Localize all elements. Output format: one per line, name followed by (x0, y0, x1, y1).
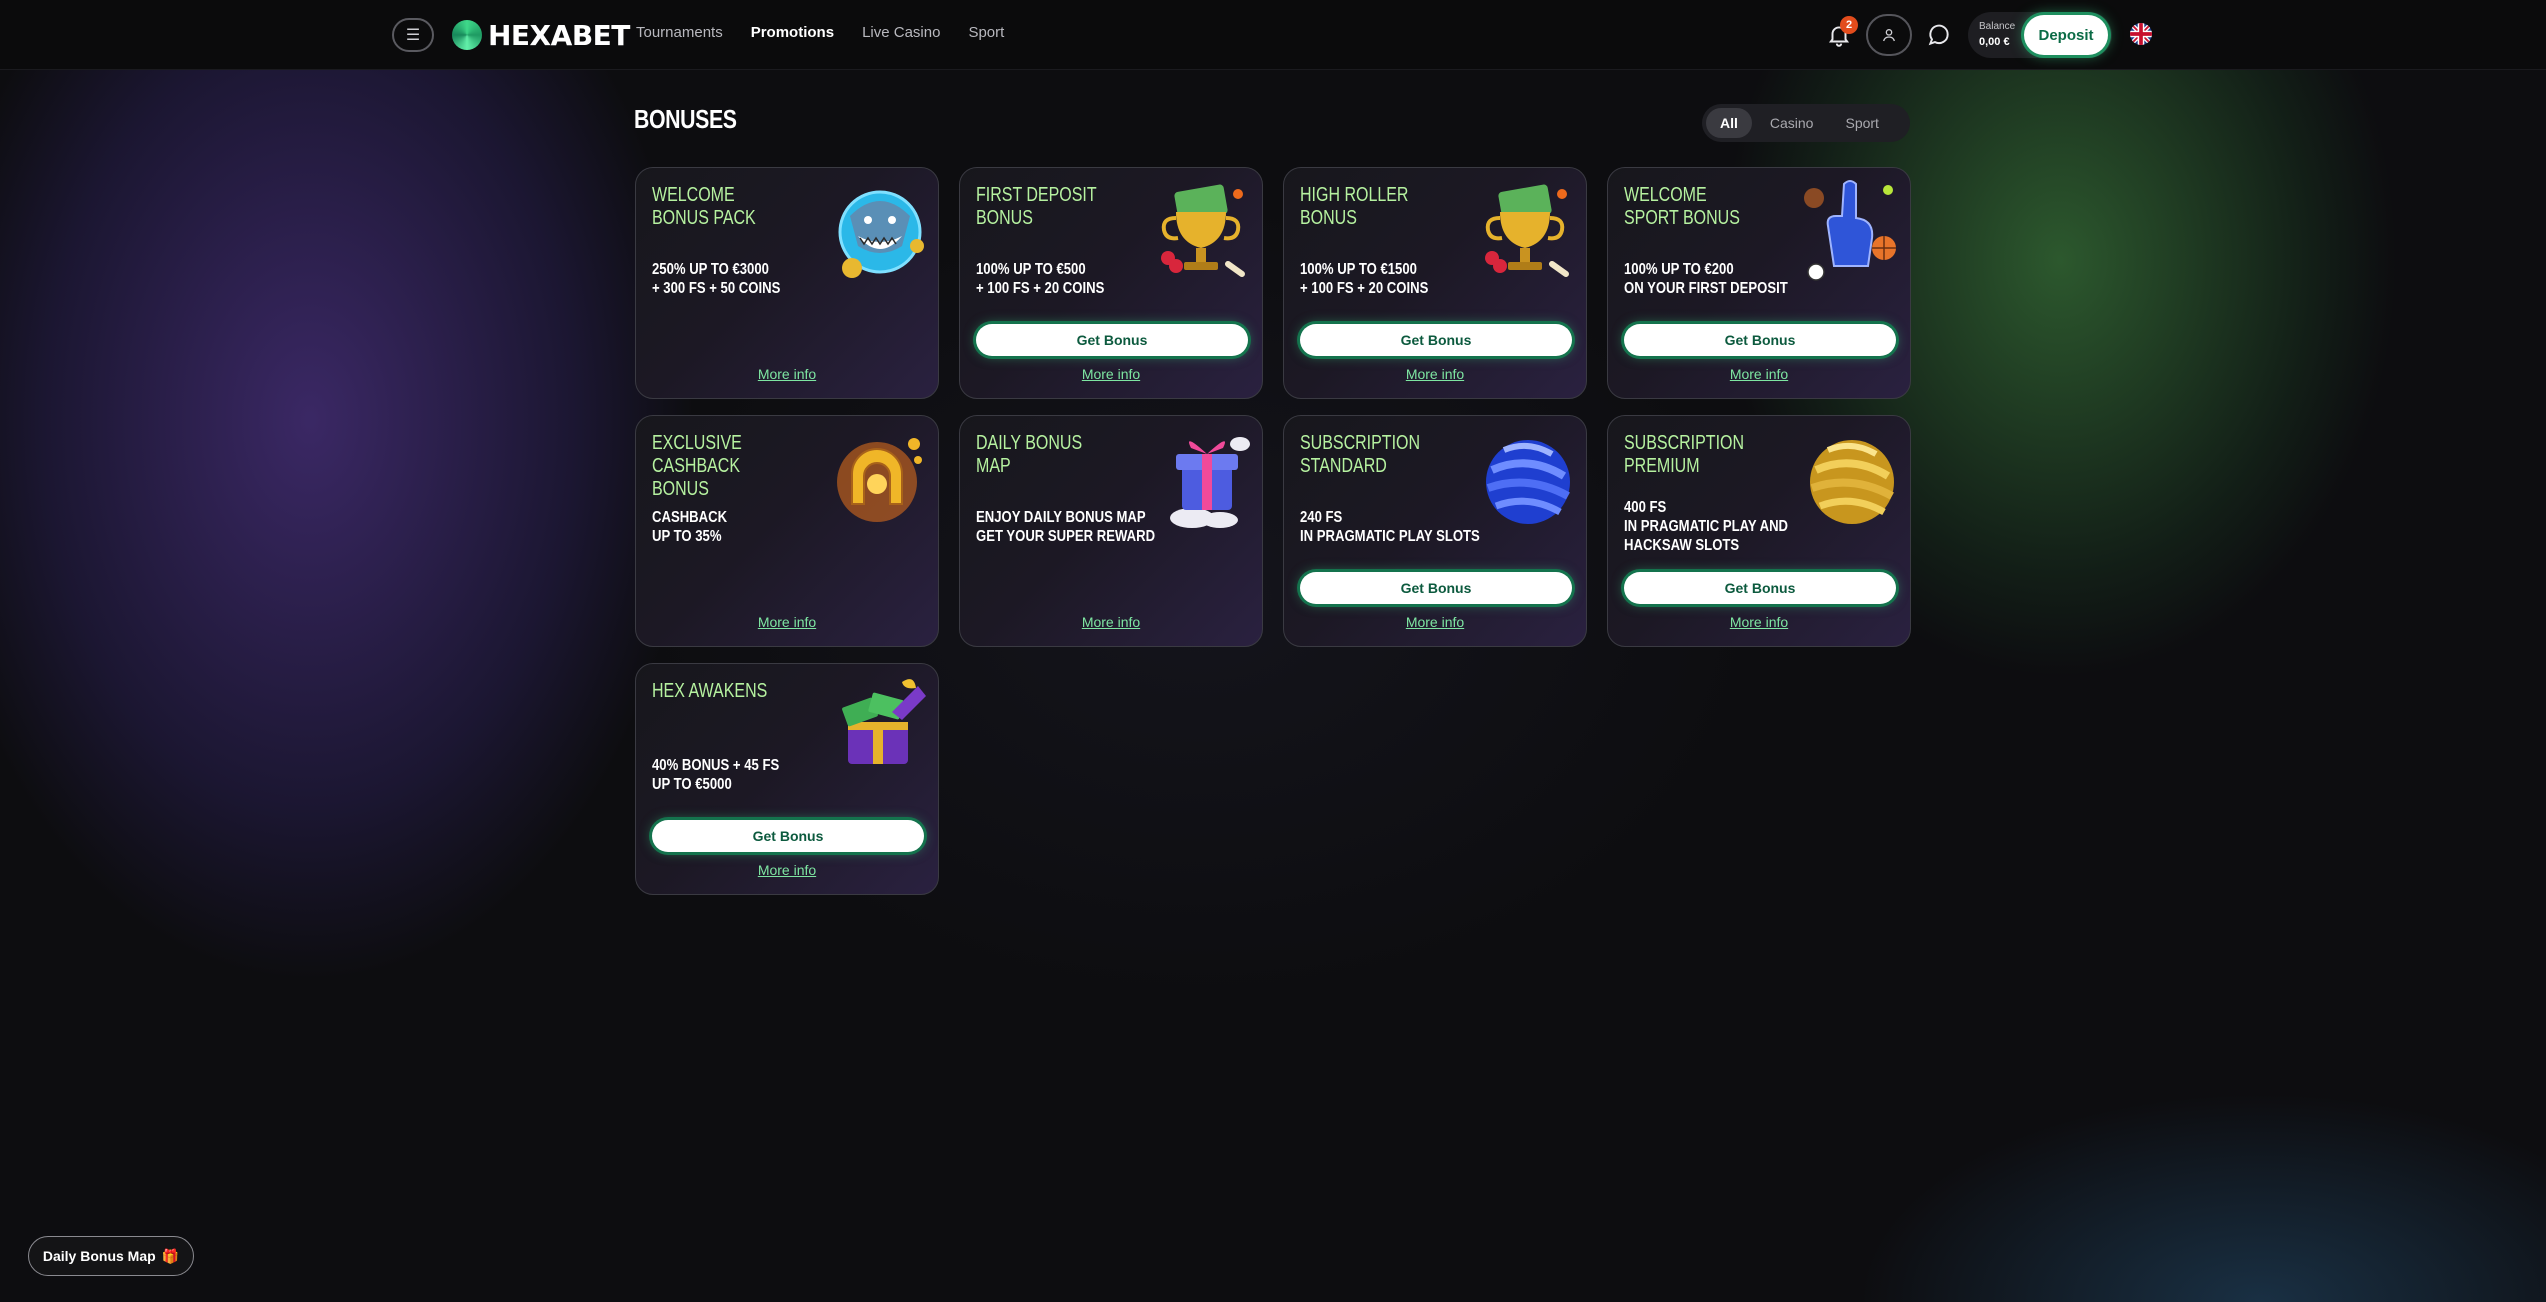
get-bonus-button[interactable]: Get Bonus (1300, 572, 1572, 604)
card-title: HIGH ROLLER BONUS (1300, 184, 1409, 229)
more-info-link[interactable]: More info (636, 614, 938, 630)
bonus-card-hex-awakens[interactable]: HEX AWAKENS 40% BONUS + 45 FS UP TO €500… (635, 663, 939, 895)
card-description: ENJOY DAILY BONUS MAP GET YOUR SUPER REW… (976, 509, 1156, 545)
card-title: HEX AWAKENS (652, 680, 768, 702)
filter-all[interactable]: All (1706, 108, 1752, 138)
card-description: CASHBACK UP TO 35% (652, 509, 728, 545)
filter-sport[interactable]: Sport (1831, 108, 1892, 138)
user-icon (1883, 29, 1895, 42)
bonus-card-subscription-premium[interactable]: SUBSCRIPTION PREMIUM 400 FS IN PRAGMATIC… (1607, 415, 1911, 647)
more-info-link[interactable]: More info (636, 862, 938, 878)
get-bonus-button[interactable]: Get Bonus (1624, 572, 1896, 604)
bonus-card-welcome-sport[interactable]: WELCOME SPORT BONUS 100% UP TO €200 ON Y… (1607, 167, 1911, 399)
more-info-link[interactable]: More info (1608, 614, 1910, 630)
chat-icon[interactable] (1926, 22, 1952, 48)
bonus-card-daily-map[interactable]: DAILY BONUS MAP ENJOY DAILY BONUS MAP GE… (959, 415, 1263, 647)
hamburger-menu-button[interactable]: ☰ (392, 18, 434, 52)
gift-icon: 🎁 (161, 1247, 180, 1264)
card-title: FIRST DEPOSIT BONUS (976, 184, 1097, 229)
nav-promotions[interactable]: Promotions (751, 24, 834, 41)
money-chest-icon (842, 679, 926, 764)
daily-bonus-label: Daily Bonus Map (42, 1248, 156, 1264)
more-info-link[interactable]: More info (636, 366, 938, 382)
card-description: 100% UP TO €200 ON YOUR FIRST DEPOSIT (1624, 261, 1788, 297)
top-bar: ☰ HEXABET Tournaments Promotions Live Ca… (0, 0, 2546, 70)
gold-orb-icon (1810, 440, 1894, 524)
foam-finger-icon (1804, 180, 1896, 281)
get-bonus-button[interactable]: Get Bonus (652, 820, 924, 852)
blue-orb-icon (1486, 440, 1570, 524)
card-title: WELCOME BONUS PACK (652, 184, 756, 229)
bonus-card-welcome-pack[interactable]: WELCOME BONUS PACK 250% UP TO €3000 + 30… (635, 167, 939, 399)
card-description: 400 FS IN PRAGMATIC PLAY AND HACKSAW SLO… (1624, 499, 1789, 554)
logo[interactable]: HEXABET (452, 17, 630, 53)
more-info-link[interactable]: More info (1608, 366, 1910, 382)
bonus-card-subscription-standard[interactable]: SUBSCRIPTION STANDARD 240 FS IN PRAGMATI… (1283, 415, 1587, 647)
balance-value: 0,00 € (1979, 36, 2010, 48)
more-info-link[interactable]: More info (960, 614, 1262, 630)
gift-box-icon (1170, 437, 1250, 528)
user-account-button[interactable] (1866, 14, 1912, 56)
deposit-button[interactable]: Deposit (2024, 15, 2108, 55)
get-bonus-button[interactable]: Get Bonus (1300, 324, 1572, 356)
card-title: DAILY BONUS MAP (976, 432, 1083, 477)
card-title: SUBSCRIPTION PREMIUM (1624, 432, 1745, 477)
get-bonus-button[interactable]: Get Bonus (1624, 324, 1896, 356)
card-description: 40% BONUS + 45 FS UP TO €5000 (652, 757, 780, 793)
balance-label: Balance (1979, 21, 2016, 32)
bonus-card-first-deposit[interactable]: FIRST DEPOSIT BONUS 100% UP TO €500 + 10… (959, 167, 1263, 399)
bonus-card-cashback[interactable]: EXCLUSIVE CASHBACK BONUS CASHBACK UP TO … (635, 415, 939, 647)
card-description: 100% UP TO €500 + 100 FS + 20 COINS (976, 261, 1105, 297)
more-info-link[interactable]: More info (960, 366, 1262, 382)
bonus-filter-tabs: All Casino Sport (1702, 104, 1910, 142)
hexabet-logo-icon (452, 20, 482, 50)
card-title: SUBSCRIPTION STANDARD (1300, 432, 1421, 477)
card-description: 100% UP TO €1500 + 100 FS + 20 COINS (1300, 261, 1429, 297)
shark-icon (838, 190, 924, 278)
card-title: WELCOME SPORT BONUS (1624, 184, 1740, 229)
get-bonus-button[interactable]: Get Bonus (976, 324, 1248, 356)
card-description: 240 FS IN PRAGMATIC PLAY SLOTS (1300, 509, 1480, 545)
trophy-icon (1485, 184, 1569, 277)
bonus-card-high-roller[interactable]: HIGH ROLLER BONUS 100% UP TO €1500 + 100… (1283, 167, 1587, 399)
notification-badge: 2 (1840, 16, 1858, 34)
nav-live-casino[interactable]: Live Casino (862, 24, 940, 41)
card-description: 250% UP TO €3000 + 300 FS + 50 COINS (652, 261, 781, 297)
more-info-link[interactable]: More info (1284, 614, 1586, 630)
nav-sport[interactable]: Sport (968, 24, 1004, 41)
filter-casino[interactable]: Casino (1756, 108, 1828, 138)
main-nav: Tournaments Promotions Live Casino Sport (636, 24, 1004, 41)
more-info-link[interactable]: More info (1284, 366, 1586, 382)
daily-bonus-map-button[interactable]: Daily Bonus Map 🎁 (28, 1236, 194, 1276)
logo-text: HEXABET (488, 18, 630, 52)
card-title: EXCLUSIVE CASHBACK BONUS (652, 432, 742, 500)
nav-tournaments[interactable]: Tournaments (636, 24, 723, 41)
horseshoe-icon (837, 438, 922, 522)
page-title: BONUSES (634, 104, 737, 134)
uk-flag-icon[interactable] (2130, 23, 2152, 45)
trophy-icon (1161, 184, 1245, 277)
menu-icon: ☰ (405, 27, 421, 44)
